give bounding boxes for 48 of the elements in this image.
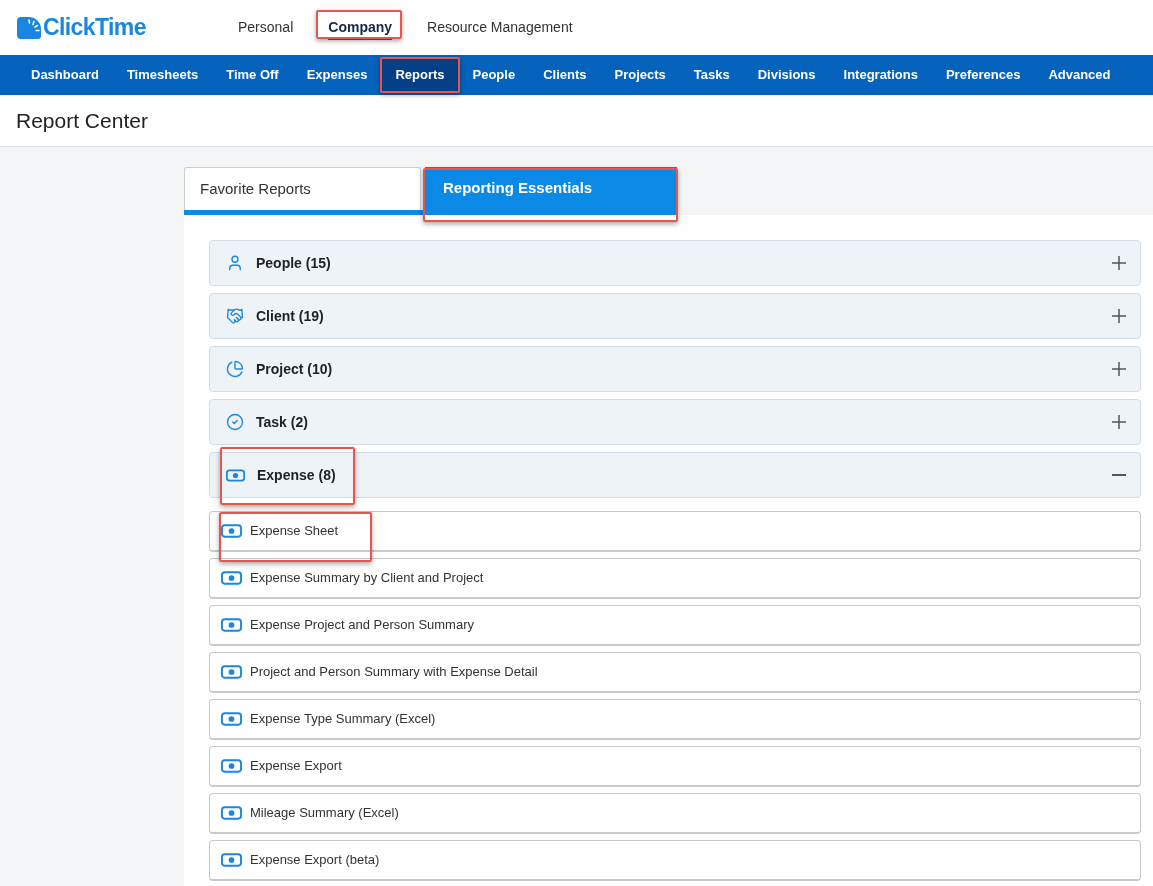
nav-item[interactable]: People [458, 58, 530, 92]
nav-item[interactable]: Timesheets [112, 58, 213, 92]
top-tab[interactable]: Resource Management [427, 15, 573, 40]
nav-item[interactable]: Preferences [931, 58, 1035, 92]
accordion-header[interactable]: People (15) [209, 240, 1141, 286]
banknote-icon [226, 468, 245, 482]
accordion-header[interactable]: Client (19) [209, 293, 1141, 339]
expand-icon [1112, 362, 1126, 376]
banknote-icon [221, 571, 242, 585]
top-tab[interactable]: Company [328, 15, 393, 40]
handshake-icon [226, 307, 244, 325]
accordion-header[interactable]: Task (2) [209, 399, 1141, 445]
report-item[interactable]: Expense Type Summary (Excel) [209, 699, 1141, 740]
nav-item[interactable]: Expenses [292, 58, 382, 92]
report-item[interactable]: Project and Person Summary with Expense Detail [209, 652, 1141, 693]
nav-item[interactable]: Reports [381, 58, 459, 92]
report-item[interactable]: Expense Project and Person Summary [209, 605, 1141, 646]
page-title: Report Center [16, 107, 148, 134]
banknote-icon [221, 806, 242, 820]
top-tab[interactable]: Personal [238, 15, 294, 40]
accordion-header[interactable]: Project (10) [209, 346, 1141, 392]
nav-item[interactable]: Integrations [829, 58, 932, 92]
report-item[interactable]: Mileage Summary (Excel) [209, 793, 1141, 834]
report-item[interactable]: Expense Export [209, 746, 1141, 787]
expand-icon [1112, 256, 1126, 270]
banknote-icon [221, 759, 242, 773]
report-item[interactable]: Expense Summary by Client and Project [209, 558, 1141, 599]
logo-icon [16, 15, 42, 40]
report-tab[interactable]: Favorite Reports [184, 167, 421, 210]
banknote-icon [221, 618, 242, 632]
pie-chart-icon [226, 360, 244, 378]
nav-item[interactable]: Dashboard [17, 58, 113, 92]
banknote-icon [221, 853, 242, 867]
nav-item[interactable]: Clients [529, 58, 601, 92]
check-circle-icon [226, 413, 244, 431]
nav-item[interactable]: Tasks [679, 58, 744, 92]
banknote-icon [221, 665, 242, 679]
logo-text: ClickTime [43, 16, 146, 39]
report-item[interactable]: Expense Export (beta) [209, 840, 1141, 881]
nav-item[interactable]: Projects [600, 58, 680, 92]
user-icon [226, 254, 244, 272]
nav-item[interactable]: Advanced [1034, 58, 1125, 92]
banknote-icon [221, 712, 242, 726]
banknote-icon [221, 524, 242, 538]
nav-item[interactable]: Time Off [212, 58, 293, 92]
nav-item[interactable]: Divisions [743, 58, 830, 92]
expand-icon [1112, 309, 1126, 323]
expand-icon [1112, 415, 1126, 429]
